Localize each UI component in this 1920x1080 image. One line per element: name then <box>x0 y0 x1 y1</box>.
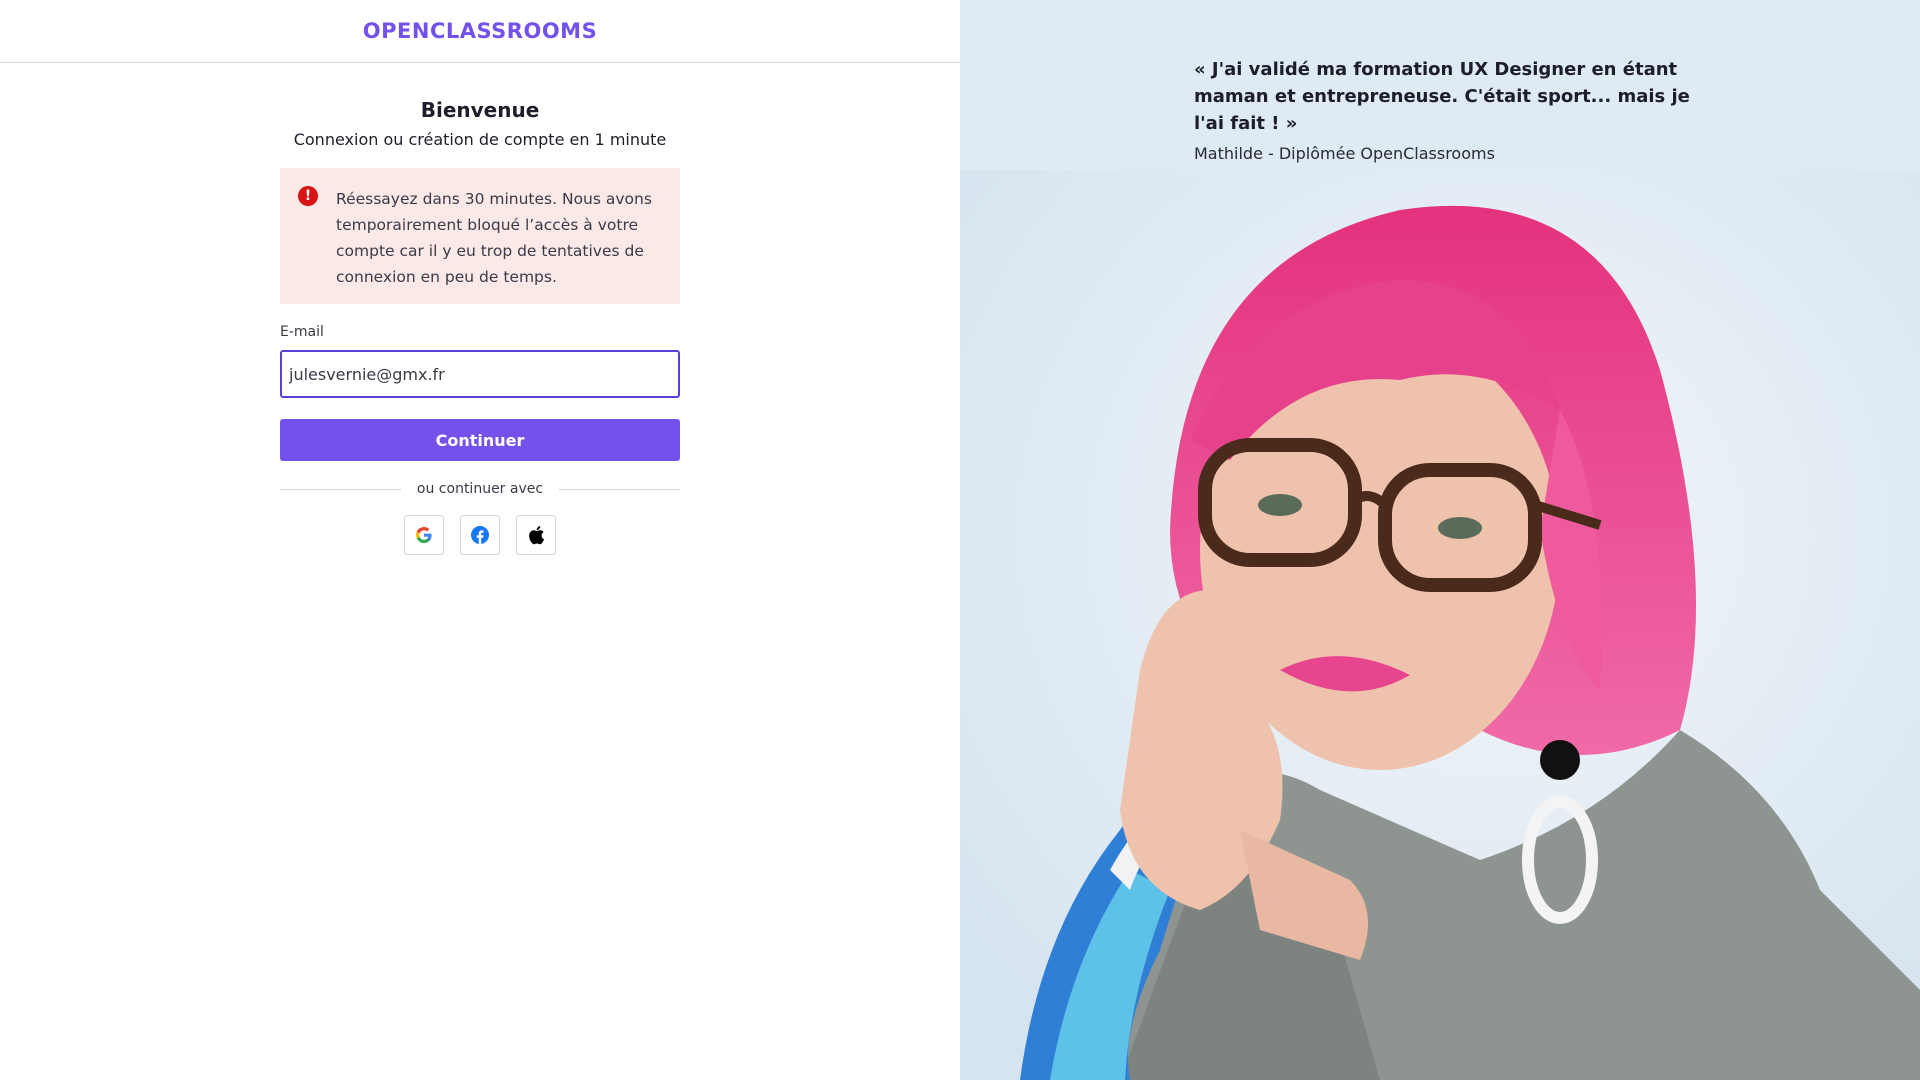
facebook-icon <box>471 526 489 544</box>
apple-login-button[interactable] <box>516 515 556 555</box>
error-icon: ! <box>298 186 318 206</box>
divider-text: ou continuer avec <box>416 481 544 497</box>
page-title: Bienvenue <box>420 98 540 122</box>
apple-icon <box>529 526 545 545</box>
continue-button[interactable]: Continuer <box>280 419 680 461</box>
testimonial-author: Mathilde - Diplômée OpenClassrooms <box>1194 144 1495 163</box>
top-bar: OPENCLASSROOMS <box>0 0 960 63</box>
login-panel: OPENCLASSROOMS Bienvenue Connexion ou cr… <box>0 0 960 1080</box>
divider-line-right <box>559 488 680 490</box>
email-label: E-mail <box>280 324 324 340</box>
logo[interactable]: OPENCLASSROOMS <box>363 19 597 43</box>
page-subtitle: Connexion ou création de compte en 1 min… <box>293 130 667 149</box>
social-divider: ou continuer avec <box>280 481 680 497</box>
google-icon <box>416 527 432 543</box>
facebook-login-button[interactable] <box>460 515 500 555</box>
testimonial-photo <box>960 170 1920 1080</box>
testimonial-quote: « J'ai validé ma formation UX Designer e… <box>1194 59 1690 134</box>
testimonial-panel: « J'ai validé ma formation UX Designer e… <box>960 0 1920 1080</box>
google-login-button[interactable] <box>404 515 444 555</box>
error-alert: ! Réessayez dans 30 minutes. Nous avons … <box>280 168 680 304</box>
login-form: Bienvenue Connexion ou création de compt… <box>280 63 680 555</box>
divider-line-left <box>280 488 401 490</box>
alert-message: Réessayez dans 30 minutes. Nous avons te… <box>336 190 652 286</box>
email-field[interactable] <box>280 350 680 398</box>
social-login <box>280 515 680 555</box>
